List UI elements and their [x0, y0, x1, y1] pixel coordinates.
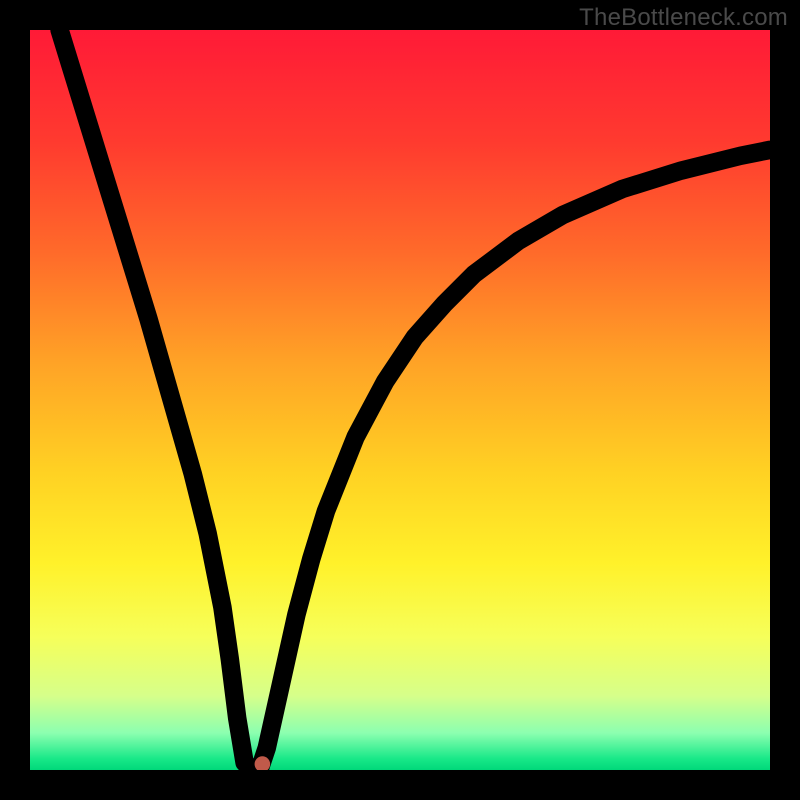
gradient-background — [30, 30, 770, 770]
bottleneck-chart — [30, 30, 770, 770]
chart-frame: TheBottleneck.com — [0, 0, 800, 800]
watermark-label: TheBottleneck.com — [579, 4, 788, 32]
